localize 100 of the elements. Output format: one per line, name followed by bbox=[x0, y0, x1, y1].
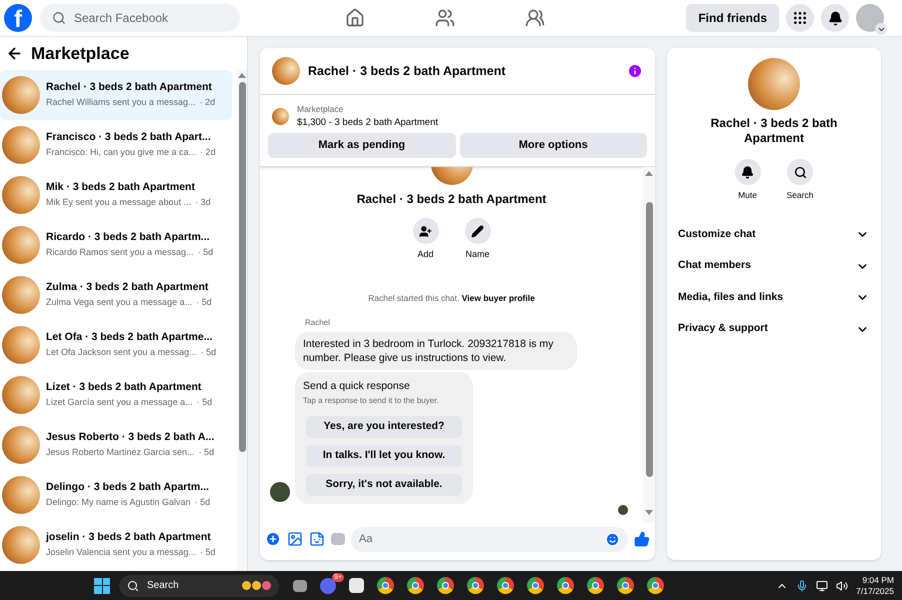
browser-icon[interactable] bbox=[617, 577, 634, 594]
conversation-preview: Jesus Roberto Martinez Garcia sen... bbox=[46, 446, 195, 460]
conversation-time: · 5d bbox=[194, 496, 210, 510]
network-icon[interactable] bbox=[816, 580, 828, 592]
seen-avatar bbox=[618, 505, 628, 515]
browser-icon[interactable] bbox=[557, 577, 574, 594]
sticker-icon[interactable] bbox=[309, 531, 325, 547]
details-section[interactable]: Privacy & support bbox=[677, 313, 871, 345]
listing-photo bbox=[2, 176, 40, 214]
listing-photo bbox=[272, 108, 289, 125]
quick-response-button[interactable]: Sorry, it's not available. bbox=[306, 474, 462, 496]
conversation-preview: Francisco: Hi, can you give me a ca... bbox=[46, 146, 196, 160]
quick-response-button[interactable]: Yes, are you interested? bbox=[306, 416, 462, 438]
menu-button[interactable] bbox=[786, 4, 814, 32]
bell-icon bbox=[741, 166, 754, 178]
scrollbar[interactable] bbox=[643, 167, 655, 523]
listing-photo bbox=[2, 476, 40, 514]
add-button[interactable] bbox=[412, 218, 438, 244]
search-field[interactable]: Search Facebook bbox=[40, 4, 240, 32]
conversation-preview: Mik Ey sent you a message about ... bbox=[46, 196, 192, 210]
action-label: Add bbox=[417, 248, 434, 261]
quick-response-title: Send a quick response bbox=[303, 379, 411, 394]
buyer-profile-link[interactable]: View buyer profile bbox=[462, 292, 535, 302]
photo-icon[interactable] bbox=[287, 531, 303, 547]
listing-photo bbox=[272, 57, 300, 85]
details-section[interactable]: Customize chat bbox=[677, 218, 871, 250]
conversation-title: Ricardo · 3 beds 2 bath Apartm... bbox=[46, 230, 211, 246]
conversation-title: Rachel · 3 beds 2 bath Apartment bbox=[46, 80, 213, 96]
listing-photo bbox=[2, 376, 40, 414]
conversation-item[interactable]: Rachel · 3 beds 2 bath Apartment Rachel Williams sent you a messag... · 2d bbox=[0, 70, 232, 120]
conversation-time: · 2d bbox=[200, 96, 216, 110]
profile-name: Rachel · 3 beds 2 bath Apartment bbox=[356, 191, 546, 208]
quick-response-button[interactable]: In talks. I'll let you know. bbox=[306, 445, 462, 467]
section-label: Chat members bbox=[678, 258, 751, 274]
section-label: Customize chat bbox=[678, 226, 756, 242]
name-button[interactable] bbox=[464, 218, 490, 244]
browser-icon[interactable] bbox=[467, 577, 484, 594]
quick-response-subtitle: Tap a response to send it to the buyer. bbox=[303, 395, 440, 407]
section-label: Media, files and links bbox=[678, 290, 784, 305]
conversation-title: Francisco · 3 beds 2 bath Apart... bbox=[46, 130, 212, 146]
listing-photo bbox=[2, 526, 40, 564]
emoji-icon[interactable] bbox=[605, 532, 620, 546]
home-icon[interactable] bbox=[345, 8, 365, 28]
browser-icon[interactable] bbox=[407, 577, 424, 594]
details-section[interactable]: Media, files and links bbox=[677, 282, 871, 314]
clock-time[interactable]: 9:04 PM bbox=[862, 574, 894, 586]
conversation-time: · 5d bbox=[200, 346, 216, 360]
listing-action-button[interactable]: Mark as pending bbox=[268, 133, 456, 158]
browser-icon[interactable] bbox=[497, 577, 514, 594]
like-icon[interactable] bbox=[634, 531, 650, 547]
conversation-title: Let Ofa · 3 beds 2 bath Apartme... bbox=[46, 330, 214, 346]
details-section[interactable]: Chat members bbox=[677, 250, 871, 282]
app-icon[interactable] bbox=[349, 578, 364, 593]
mute-button[interactable] bbox=[734, 159, 761, 185]
groups-icon[interactable] bbox=[525, 8, 545, 28]
windows-icon[interactable] bbox=[94, 578, 110, 594]
section-label: Privacy & support bbox=[678, 321, 768, 336]
listing-photo bbox=[748, 58, 800, 110]
conversation-time: · 5d bbox=[196, 296, 212, 310]
plus-icon[interactable] bbox=[265, 531, 281, 547]
conversation-preview: Lizet García sent you a message a... bbox=[46, 396, 193, 410]
conversation-title: Delingo · 3 beds 2 bath Apartm... bbox=[46, 480, 210, 496]
clock-date[interactable]: 7/17/2025 bbox=[856, 586, 894, 596]
chat-start-note: Rachel started this chat. View buyer profile bbox=[368, 292, 535, 304]
details-name: Rachel · 3 beds 2 bath Apartment bbox=[710, 116, 838, 146]
conversation-title: Lizet · 3 beds 2 bath Apartment bbox=[46, 380, 202, 396]
conversation-title: Mik · 3 beds 2 bath Apartment bbox=[46, 180, 196, 196]
message-placeholder: Aa bbox=[359, 532, 372, 547]
listing-label: Marketplace bbox=[297, 103, 344, 116]
browser-icon[interactable] bbox=[377, 577, 394, 594]
add-person-icon bbox=[419, 224, 432, 238]
message-input[interactable]: Aa bbox=[351, 526, 628, 552]
volume-icon[interactable] bbox=[836, 580, 848, 592]
listing-photo bbox=[2, 76, 40, 114]
logo[interactable]: f bbox=[4, 4, 32, 32]
bell-icon bbox=[828, 10, 842, 26]
info-icon[interactable] bbox=[627, 63, 643, 79]
taskbar-search-placeholder: Search bbox=[147, 579, 179, 593]
message-bubble: Interested in 3 bedroom in Turlock. 2093217818 is my number. Please give us instructions to view. bbox=[295, 332, 577, 370]
browser-icon[interactable] bbox=[437, 577, 454, 594]
notifications-button[interactable] bbox=[821, 4, 849, 32]
conversation-title: Zulma · 3 beds 2 bath Apartment bbox=[46, 280, 210, 296]
conversation-preview: Rachel Williams sent you a messag... bbox=[46, 96, 196, 110]
taskbar-search-field[interactable]: Search bbox=[119, 574, 279, 596]
listing-action-button[interactable]: More options bbox=[460, 133, 647, 158]
search-button[interactable] bbox=[787, 159, 813, 185]
chat-title: Rachel · 3 beds 2 bath Apartment bbox=[308, 62, 506, 80]
browser-icon[interactable] bbox=[527, 577, 544, 594]
friends-icon[interactable] bbox=[435, 8, 455, 28]
browser-icon[interactable] bbox=[647, 577, 664, 594]
conversation-title: joselin · 3 beds 2 bath Apartment bbox=[46, 530, 212, 546]
find-friends-button[interactable]: Find friends bbox=[686, 4, 779, 32]
action-label: Search bbox=[786, 189, 814, 202]
search-icon bbox=[52, 11, 66, 25]
scrollbar[interactable] bbox=[237, 70, 247, 571]
conversation-preview: Zulma Vega sent you a message a... bbox=[46, 296, 192, 310]
browser-icon[interactable] bbox=[587, 577, 604, 594]
sender-name: Rachel bbox=[305, 317, 331, 330]
conversation-preview: Joselin Valencia sent you a messag... bbox=[46, 546, 196, 560]
microphone-icon[interactable] bbox=[796, 580, 808, 592]
